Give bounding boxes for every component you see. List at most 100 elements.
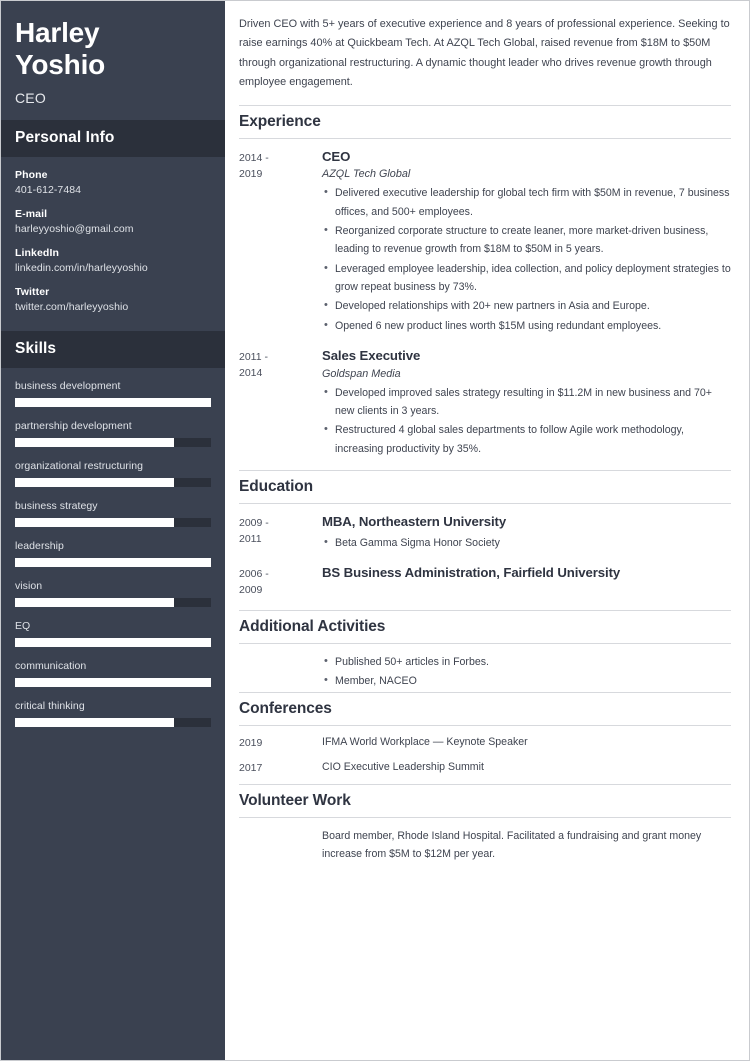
- contact-item-email: E-mail harleyyoshio@gmail.com: [15, 208, 211, 235]
- skill-level-track: [15, 677, 211, 687]
- skill-item: EQ: [15, 620, 211, 647]
- entry-bullets: Developed improved sales strategy result…: [322, 383, 731, 458]
- skill-level-track: [15, 517, 211, 527]
- education-entry: 2006 - 2009 BS Business Administration, …: [239, 564, 731, 599]
- section-title-additional-activities: Additional Activities: [239, 609, 731, 644]
- contact-item-linkedin: LinkedIn linkedin.com/in/harleyyoshio: [15, 247, 211, 274]
- contact-value-email[interactable]: harleyyoshio@gmail.com: [15, 223, 211, 235]
- candidate-job-title: CEO: [15, 89, 46, 106]
- contact-label: E-mail: [15, 207, 48, 220]
- entry-body: BS Business Administration, Fairfield Un…: [322, 564, 731, 585]
- entry-date: 2014 - 2019: [239, 148, 322, 183]
- volunteer-work-body: Board member, Rhode Island Hospital. Fac…: [322, 827, 731, 864]
- skill-level-fill: [15, 437, 174, 447]
- entry-job-title: CEO: [322, 148, 351, 164]
- entry-body: MBA, Northeastern University Beta Gamma …: [322, 513, 731, 553]
- contact-value-linkedin[interactable]: linkedin.com/in/harleyyoshio: [15, 262, 211, 274]
- entry-date: 2006 - 2009: [239, 564, 322, 599]
- section-title-education: Education: [239, 470, 731, 504]
- skill-level-fill: [15, 637, 211, 647]
- section-experience: Experience 2014 - 2019 CEO AZQL Tech Glo…: [239, 104, 731, 459]
- skill-label: critical thinking: [15, 699, 85, 712]
- entry-date-line2: 2009: [239, 584, 263, 597]
- skill-item: communication: [15, 660, 211, 687]
- bullet-item: Member, NACEO: [322, 671, 731, 690]
- entry-bullets: Delivered executive leadership for globa…: [322, 183, 731, 335]
- section-volunteer-work: Volunteer Work Board member, Rhode Islan…: [239, 783, 731, 864]
- section-conferences: Conferences 2019 IFMA World Workplace — …: [239, 692, 731, 776]
- entry-date: 2011 - 2014: [239, 347, 322, 382]
- bullet-item: Restructured 4 global sales departments …: [322, 420, 731, 458]
- contact-item-twitter: Twitter twitter.com/harleyyoshio: [15, 286, 211, 313]
- skill-label: business development: [15, 379, 121, 392]
- additional-activities-body: Published 50+ articles in Forbes. Member…: [322, 652, 731, 691]
- skills-list: business development partnership develop…: [1, 368, 225, 754]
- contact-label: Phone: [15, 168, 48, 181]
- candidate-name: Harley Yoshio: [15, 17, 211, 81]
- contact-item-phone: Phone 401-612-7484: [15, 169, 211, 196]
- skill-label: partnership development: [15, 419, 132, 432]
- conference-entry: 2019 IFMA World Workplace — Keynote Spea…: [239, 735, 731, 751]
- bullet-item: Leveraged employee leadership, idea coll…: [322, 259, 731, 297]
- entry-company: Goldspan Media: [322, 367, 401, 380]
- candidate-name-line2: Yoshio: [15, 48, 106, 80]
- entry-body: CEO AZQL Tech Global Delivered executive…: [322, 148, 731, 336]
- skill-level-fill: [15, 397, 211, 407]
- entry-date: 2017: [239, 761, 263, 774]
- skill-item: organizational restructuring: [15, 460, 211, 487]
- skill-label: business strategy: [15, 499, 98, 512]
- entry-date-line2: 2019: [239, 167, 263, 180]
- skill-level-track: [15, 717, 211, 727]
- entry-date-line1: 2014 -: [239, 151, 269, 164]
- section-additional-activities: Additional Activities Published 50+ arti…: [239, 609, 731, 691]
- skill-level-track: [15, 557, 211, 567]
- skill-level-fill: [15, 557, 211, 567]
- skill-level-fill: [15, 717, 174, 727]
- entry-date-line1: 2011 -: [239, 350, 268, 363]
- skill-level-track: [15, 397, 211, 407]
- contact-value-twitter[interactable]: twitter.com/harleyyoshio: [15, 301, 211, 313]
- bullet-item: Developed improved sales strategy result…: [322, 383, 731, 421]
- skill-label: organizational restructuring: [15, 459, 144, 472]
- entry-date-line2: 2011: [239, 533, 262, 546]
- skill-item: business development: [15, 380, 211, 407]
- section-title-conferences: Conferences: [239, 692, 731, 727]
- bullet-item: Delivered executive leadership for globa…: [322, 183, 731, 221]
- skill-item: vision: [15, 580, 211, 607]
- entry-date: 2009 - 2011: [239, 513, 322, 548]
- experience-entry: 2011 - 2014 Sales Executive Goldspan Med…: [239, 347, 731, 459]
- contact-value-phone[interactable]: 401-612-7484: [15, 184, 211, 196]
- entry-degree: BS Business Administration, Fairfield Un…: [322, 565, 621, 581]
- sidebar: Harley Yoshio CEO Personal Info Phone 40…: [1, 1, 225, 1060]
- skill-label: EQ: [15, 619, 31, 632]
- skill-level-track: [15, 597, 211, 607]
- bullet-item: Reorganized corporate structure to creat…: [322, 221, 731, 259]
- skill-label: communication: [15, 659, 87, 672]
- skill-label: leadership: [15, 539, 64, 552]
- contact-label: LinkedIn: [15, 246, 59, 259]
- volunteer-work-text: Board member, Rhode Island Hospital. Fac…: [322, 829, 702, 861]
- contact-label: Twitter: [15, 285, 50, 298]
- bullet-item: Opened 6 new product lines worth $15M us…: [322, 316, 731, 335]
- education-entry: 2009 - 2011 MBA, Northeastern University…: [239, 513, 731, 553]
- personal-info-list: Phone 401-612-7484 E-mail harleyyoshio@g…: [1, 157, 225, 331]
- skill-level-track: [15, 437, 211, 447]
- bullet-item: Developed relationships with 20+ new par…: [322, 296, 731, 315]
- candidate-name-line1: Harley: [15, 17, 100, 48]
- skill-item: business strategy: [15, 500, 211, 527]
- skill-item: critical thinking: [15, 700, 211, 727]
- entry-body: Sales Executive Goldspan Media Developed…: [322, 347, 731, 459]
- bullet-item: Published 50+ articles in Forbes.: [322, 652, 731, 671]
- entry-degree: MBA, Northeastern University: [322, 514, 507, 529]
- section-title-volunteer-work: Volunteer Work: [239, 783, 731, 818]
- skill-item: leadership: [15, 540, 211, 567]
- entry-bullets: Published 50+ articles in Forbes. Member…: [322, 652, 731, 691]
- skill-label: vision: [15, 579, 43, 592]
- section-education: Education 2009 - 2011 MBA, Northeastern …: [239, 470, 731, 599]
- skill-level-track: [15, 637, 211, 647]
- skill-level-fill: [15, 597, 174, 607]
- bullet-item: Beta Gamma Sigma Honor Society: [322, 533, 731, 552]
- name-block: Harley Yoshio CEO: [1, 1, 225, 120]
- personal-info-heading: Personal Info: [1, 119, 225, 157]
- entry-job-title: Sales Executive: [322, 347, 421, 363]
